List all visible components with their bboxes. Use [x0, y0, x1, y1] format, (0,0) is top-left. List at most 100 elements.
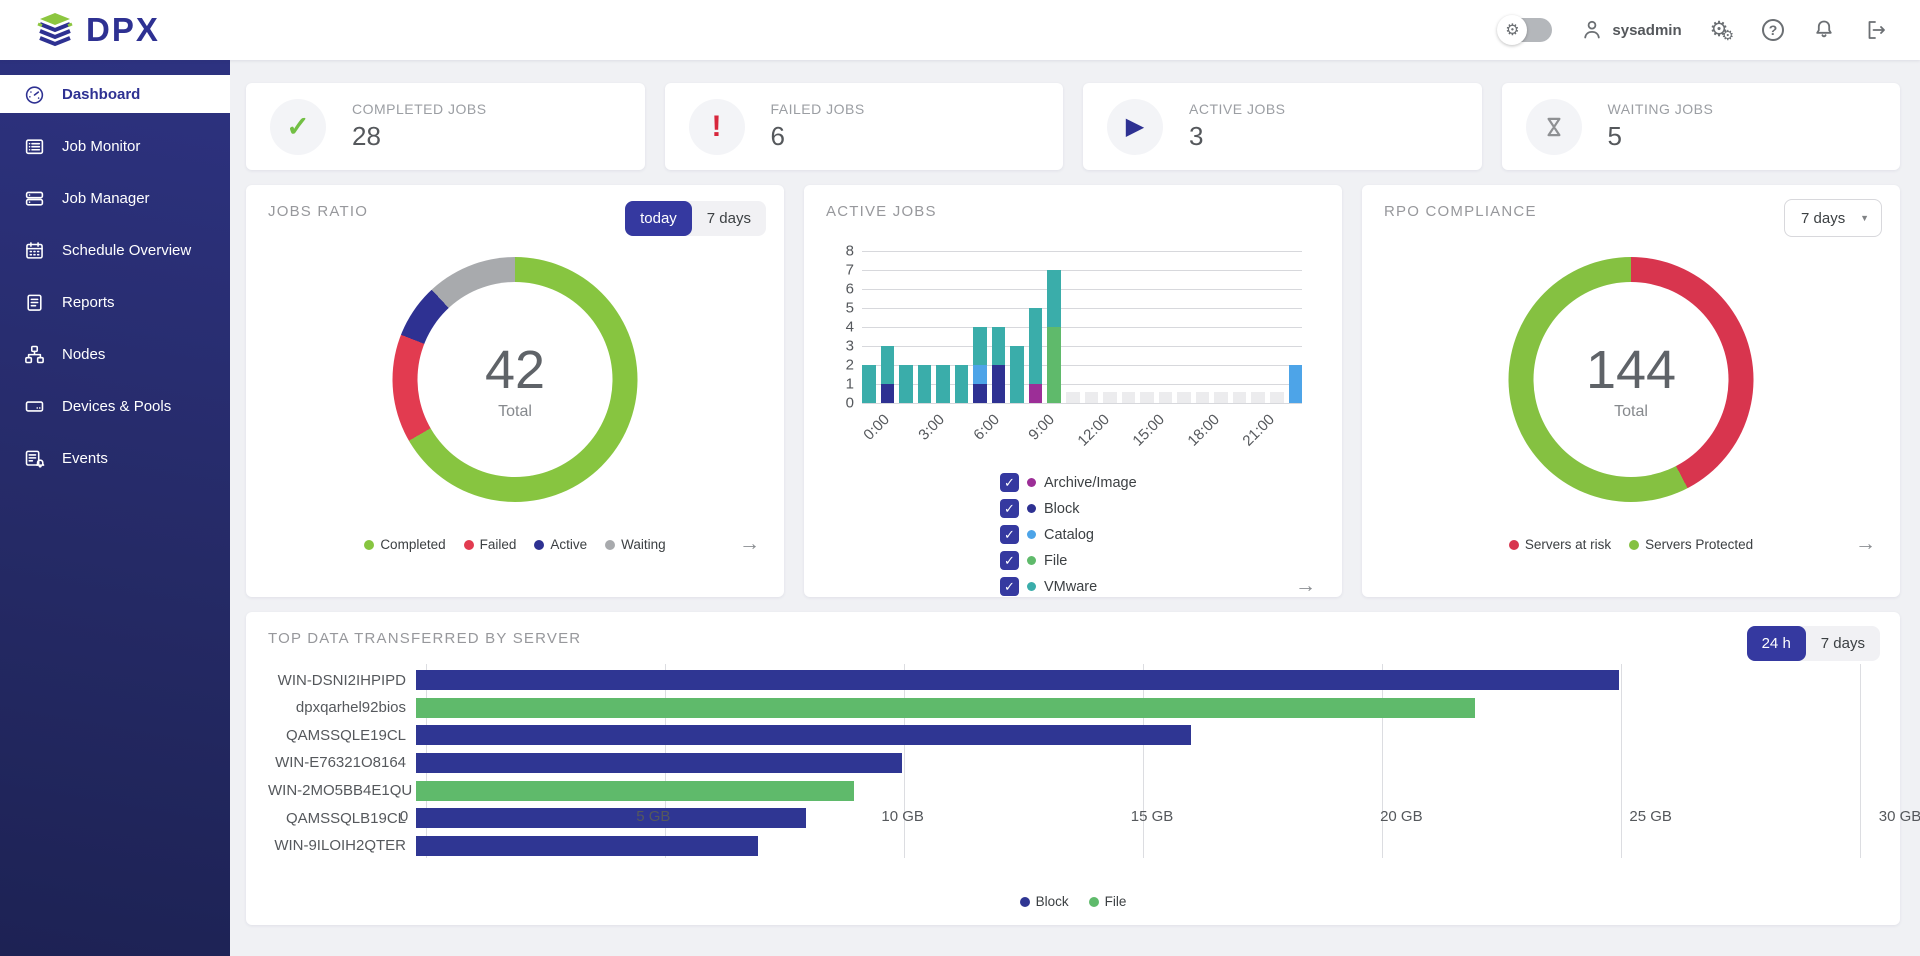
checkbox-checked-icon[interactable]: ✓	[1000, 577, 1019, 596]
summary-card-value: 28	[352, 121, 487, 152]
active-jobs-bar	[1140, 392, 1154, 403]
active-jobs-bar	[1214, 392, 1228, 403]
active-jobs-bar	[1233, 392, 1247, 403]
rpo-donut-chart: 144 Total	[1509, 257, 1754, 502]
jobs-ratio-card: JOBS RATIO today 7 days 42 Total Complet…	[246, 185, 784, 597]
legend-label: Catalog	[1044, 527, 1094, 543]
checkbox-checked-icon[interactable]: ✓	[1000, 473, 1019, 492]
active-jobs-bar	[881, 346, 895, 403]
top-data-range-toggle: 24 h 7 days	[1747, 626, 1880, 661]
active-jobs-bar	[1196, 392, 1210, 403]
top-data-range-24h-button[interactable]: 24 h	[1747, 626, 1806, 661]
legend-item: Waiting	[605, 537, 666, 552]
reports-icon	[24, 291, 46, 313]
y-axis-label: 0	[846, 395, 854, 412]
legend-label: Block	[1044, 501, 1079, 517]
active-jobs-bar	[1251, 392, 1265, 403]
jobs-ratio-total-value: 42	[485, 339, 545, 401]
user-icon	[1580, 18, 1604, 42]
devices-icon	[24, 395, 46, 417]
sidebar-item-devices-pools[interactable]: Devices & Pools	[0, 387, 230, 425]
theme-gear-icon: ⚙	[1497, 15, 1527, 45]
legend-item-block: Block	[1020, 894, 1069, 909]
active-jobs-legend-archive[interactable]: ✓Archive/Image	[1000, 473, 1137, 492]
top-data-title: TOP DATA TRANSFERRED BY SERVER	[268, 630, 1878, 647]
active-jobs-bar	[1159, 392, 1173, 403]
active-jobs-legend-block[interactable]: ✓ Block	[1000, 499, 1137, 518]
x-axis-label: 21:00	[1240, 411, 1279, 450]
checkbox-checked-icon[interactable]: ✓	[1000, 551, 1019, 570]
active-jobs-legend-catalog[interactable]: ✓ Catalog	[1000, 525, 1137, 544]
bar-segment-archive	[1029, 384, 1043, 403]
active-jobs-bar	[992, 327, 1006, 403]
legend-dot	[1027, 478, 1036, 487]
dpx-logo-icon	[34, 11, 76, 49]
top-data-legend: BlockFile	[246, 894, 1900, 909]
placeholder-bar	[1066, 392, 1080, 403]
legend-dot	[1027, 582, 1036, 591]
legend-label: Waiting	[621, 537, 666, 552]
sidebar-item-nodes[interactable]: Nodes	[0, 335, 230, 373]
bar-segment-vmware	[862, 365, 876, 403]
server-name-label: QAMSSQLB19CL	[268, 810, 416, 827]
x-axis-label: 0:00	[861, 411, 894, 444]
bar-segment-vmware	[1010, 346, 1024, 403]
rpo-compliance-card: RPO COMPLIANCE 7 days ▼ 144 Total Server…	[1362, 185, 1900, 597]
active-jobs-details-arrow[interactable]: →	[1295, 575, 1316, 596]
checkbox-checked-icon[interactable]: ✓	[1000, 499, 1019, 518]
legend-dot	[364, 540, 374, 550]
user-menu[interactable]: sysadmin	[1580, 18, 1681, 42]
active-jobs-bar	[899, 365, 913, 403]
server-name-label: WIN-E76321O8164	[268, 754, 416, 771]
active-jobs-legend-vmware[interactable]: ✓VMware	[1000, 577, 1137, 596]
help-icon[interactable]: ?	[1762, 19, 1784, 41]
active-jobs-legend-file[interactable]: ✓File	[1000, 551, 1137, 570]
checkbox-checked-icon[interactable]: ✓	[1000, 525, 1019, 544]
theme-toggle[interactable]: ⚙	[1500, 18, 1552, 42]
sidebar-item-job-manager[interactable]: Job Manager	[0, 179, 230, 217]
legend-dot	[1509, 540, 1519, 550]
sidebar-item-schedule-overview[interactable]: Schedule Overview	[0, 231, 230, 269]
bar-track	[416, 698, 1860, 718]
x-axis-label: 10 GB	[881, 808, 924, 825]
gridline	[1860, 664, 1861, 858]
bar-track	[416, 725, 1860, 745]
rpo-total-label: Total	[1614, 403, 1648, 421]
jobs-ratio-range-today-button[interactable]: today	[625, 201, 692, 236]
logo-text: DPX	[86, 11, 160, 49]
table-row: WIN-DSNI2IHPIPD	[268, 668, 1860, 692]
legend-dot	[1027, 556, 1036, 565]
legend-item: Failed	[464, 537, 517, 552]
placeholder-bar	[1214, 392, 1228, 403]
sidebar-item-label: Dashboard	[62, 86, 140, 103]
sidebar: Dashboard Job Monitor Job Manager Schedule …	[0, 60, 230, 956]
placeholder-bar	[1122, 392, 1136, 403]
settings-icon[interactable]: ⚙⚙	[1710, 19, 1734, 42]
active-jobs-bar	[1270, 392, 1284, 403]
table-row: dpxqarhel92bios	[268, 696, 1860, 720]
summary-card-label: WAITING JOBS	[1608, 101, 1714, 117]
top-data-range-7days-button[interactable]: 7 days	[1806, 626, 1880, 661]
bar-segment-vmware	[973, 327, 987, 365]
active-jobs-bar	[918, 365, 932, 403]
sidebar-item-events[interactable]: Events	[0, 439, 230, 477]
sidebar-item-dashboard[interactable]: Dashboard	[0, 75, 230, 113]
main-content: ✓COMPLETED JOBS28!FAILED JOBS6▶ACTIVE JO…	[230, 60, 1920, 956]
top-bar: DPX ⚙ sysadmin ⚙⚙ ?	[0, 0, 1920, 60]
server-name-label: QAMSSQLE19CL	[268, 727, 416, 744]
notifications-icon[interactable]	[1812, 18, 1836, 42]
active-jobs-bar	[1085, 392, 1099, 403]
logout-icon[interactable]	[1864, 18, 1888, 42]
jobs-ratio-range-toggle: today 7 days	[625, 201, 766, 236]
sidebar-item-reports[interactable]: Reports	[0, 283, 230, 321]
jobs-ratio-range-7days-button[interactable]: 7 days	[692, 201, 766, 236]
active-jobs-bar	[1010, 346, 1024, 403]
sidebar-item-label: Events	[62, 450, 108, 467]
rpo-range-dropdown[interactable]: 7 days ▼	[1784, 199, 1882, 237]
bar-segment-block	[881, 384, 895, 403]
rpo-details-arrow[interactable]: →	[1855, 533, 1876, 554]
sidebar-item-job-monitor[interactable]: Job Monitor	[0, 127, 230, 165]
jobs-ratio-details-arrow[interactable]: →	[739, 533, 760, 554]
check-icon: ✓	[270, 99, 326, 155]
job-manager-icon	[24, 187, 46, 209]
